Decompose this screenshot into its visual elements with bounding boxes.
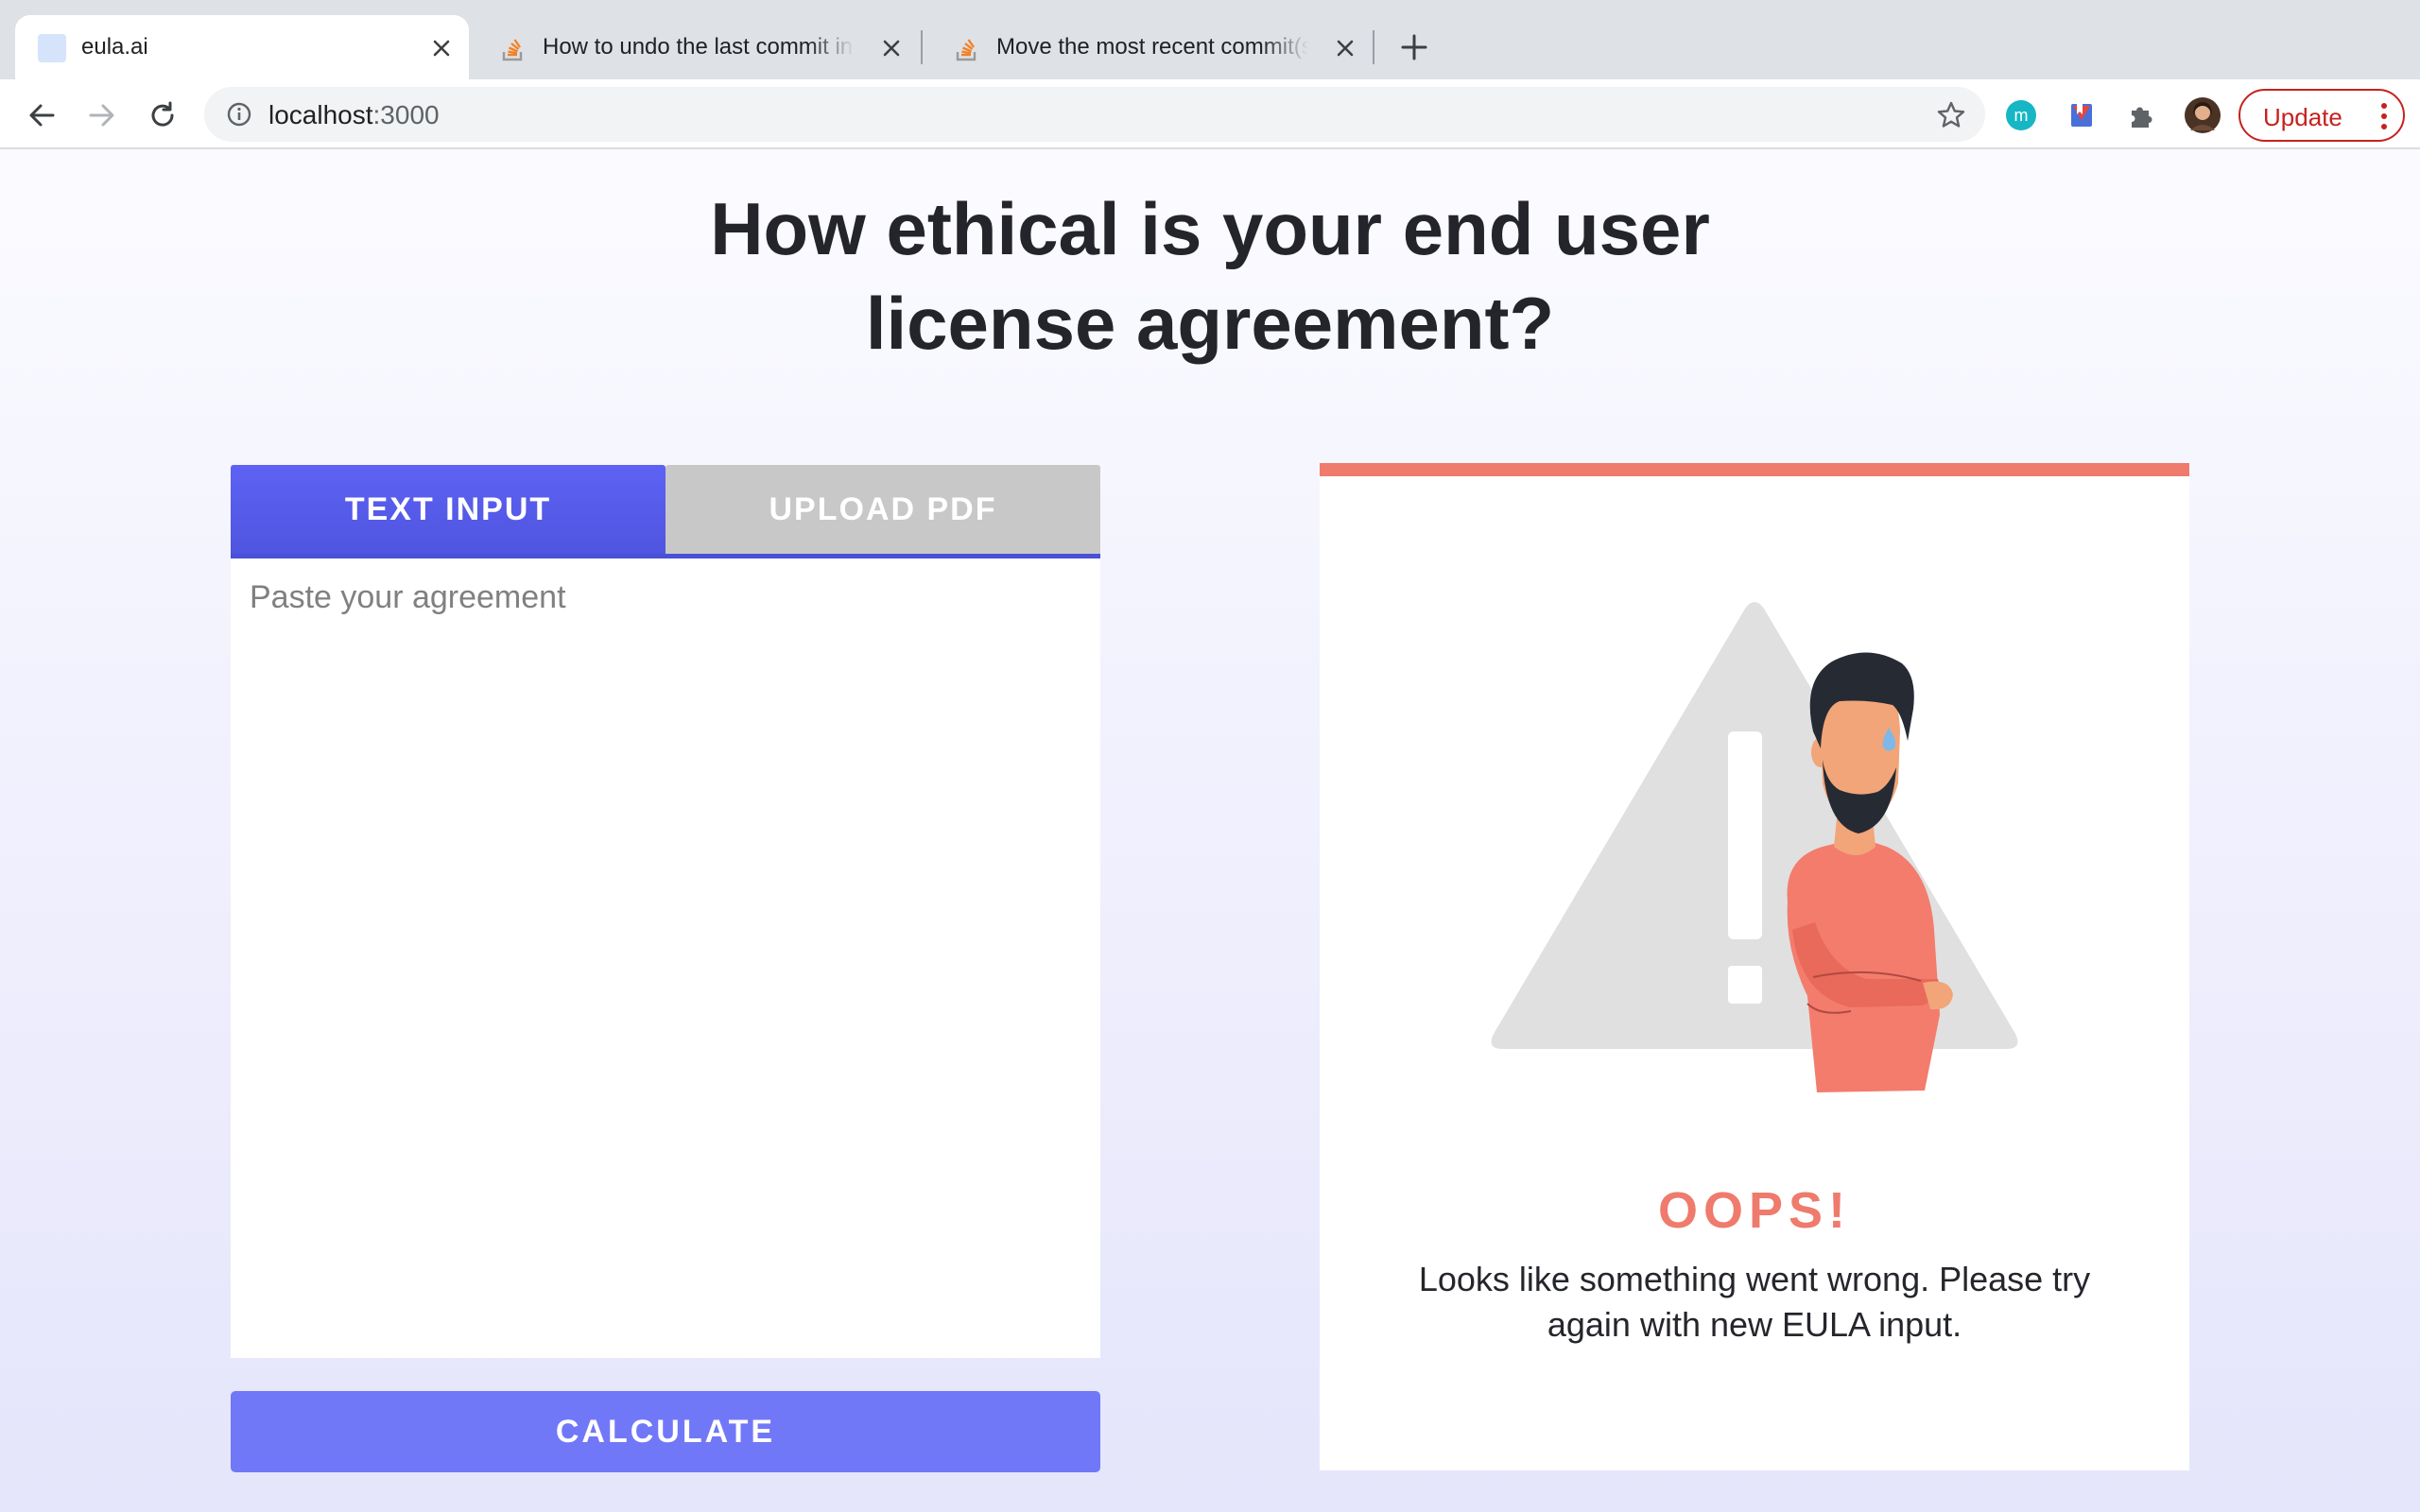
exclamation-bar	[1728, 731, 1762, 939]
error-title: OOPS!	[1657, 1182, 1852, 1239]
browser-tab-eula[interactable]: eula.ai	[15, 15, 469, 79]
input-mode-tabs: TEXT INPUT UPLOAD PDF	[231, 465, 1100, 558]
site-info-icon[interactable]	[227, 102, 251, 127]
new-tab-plus-icon[interactable]	[1395, 28, 1433, 66]
menu-dots-icon[interactable]	[2380, 102, 2388, 130]
browser-tab-undo-commit[interactable]: How to undo the last commit in Git	[476, 15, 919, 79]
tab-title: Move the most recent commit(s) to a new …	[996, 34, 1308, 60]
url-text: localhost:3000	[268, 100, 440, 130]
update-button[interactable]: Update	[2238, 89, 2405, 142]
agreement-textarea[interactable]	[231, 558, 1100, 1358]
svg-text:m: m	[2014, 106, 2029, 125]
calculate-button[interactable]: CALCULATE	[231, 1391, 1100, 1472]
stackoverflow-icon	[499, 34, 527, 62]
tab-title: eula.ai	[81, 34, 148, 60]
blank-page-icon	[38, 34, 66, 62]
close-icon[interactable]	[877, 34, 906, 62]
bookmark-star-icon[interactable]	[1936, 100, 1966, 130]
error-message: Looks like something went wrong. Please …	[1418, 1260, 2091, 1344]
back-arrow-icon[interactable]	[21, 94, 62, 136]
close-icon[interactable]	[1331, 34, 1359, 62]
tab-title: How to undo the last commit in Git	[543, 34, 855, 60]
page-title-line1: How ethical is your end user	[710, 187, 1710, 270]
page-title-line2: license agreement?	[865, 282, 1555, 365]
address-bar[interactable]: localhost:3000	[204, 87, 1985, 142]
page-content: How ethical is your end user license agr…	[0, 149, 2420, 1512]
browser-toolbar: localhost:3000 m Update	[0, 79, 2420, 149]
forward-arrow-icon[interactable]	[81, 94, 123, 136]
exclamation-dot	[1728, 966, 1762, 1004]
extension-m-icon[interactable]: m	[2002, 96, 2040, 134]
extensions-puzzle-icon[interactable]	[2123, 96, 2161, 134]
tab-text-input[interactable]: TEXT INPUT	[231, 465, 666, 554]
extension-bookmark-icon[interactable]	[2063, 96, 2100, 134]
profile-avatar[interactable]	[2184, 96, 2221, 134]
close-icon[interactable]	[427, 34, 456, 62]
stackoverflow-icon	[953, 34, 981, 62]
page-title: How ethical is your end user license agr…	[0, 181, 2420, 370]
url-host: localhost	[268, 100, 373, 129]
update-label: Update	[2263, 103, 2342, 131]
tab-separator	[921, 30, 923, 64]
tab-upload-pdf[interactable]: UPLOAD PDF	[666, 465, 1100, 554]
error-warning-illustration	[1491, 602, 2018, 1092]
reload-icon[interactable]	[142, 94, 183, 136]
url-port: :3000	[372, 100, 440, 129]
browser-tabstrip: eula.ai How to undo the last commit in G…	[0, 0, 2420, 79]
tab-separator	[1373, 30, 1374, 64]
result-panel: OOPS! Looks like something went wrong. P…	[1320, 463, 2189, 1470]
browser-tab-move-commit[interactable]: Move the most recent commit(s) to a new …	[930, 15, 1373, 79]
